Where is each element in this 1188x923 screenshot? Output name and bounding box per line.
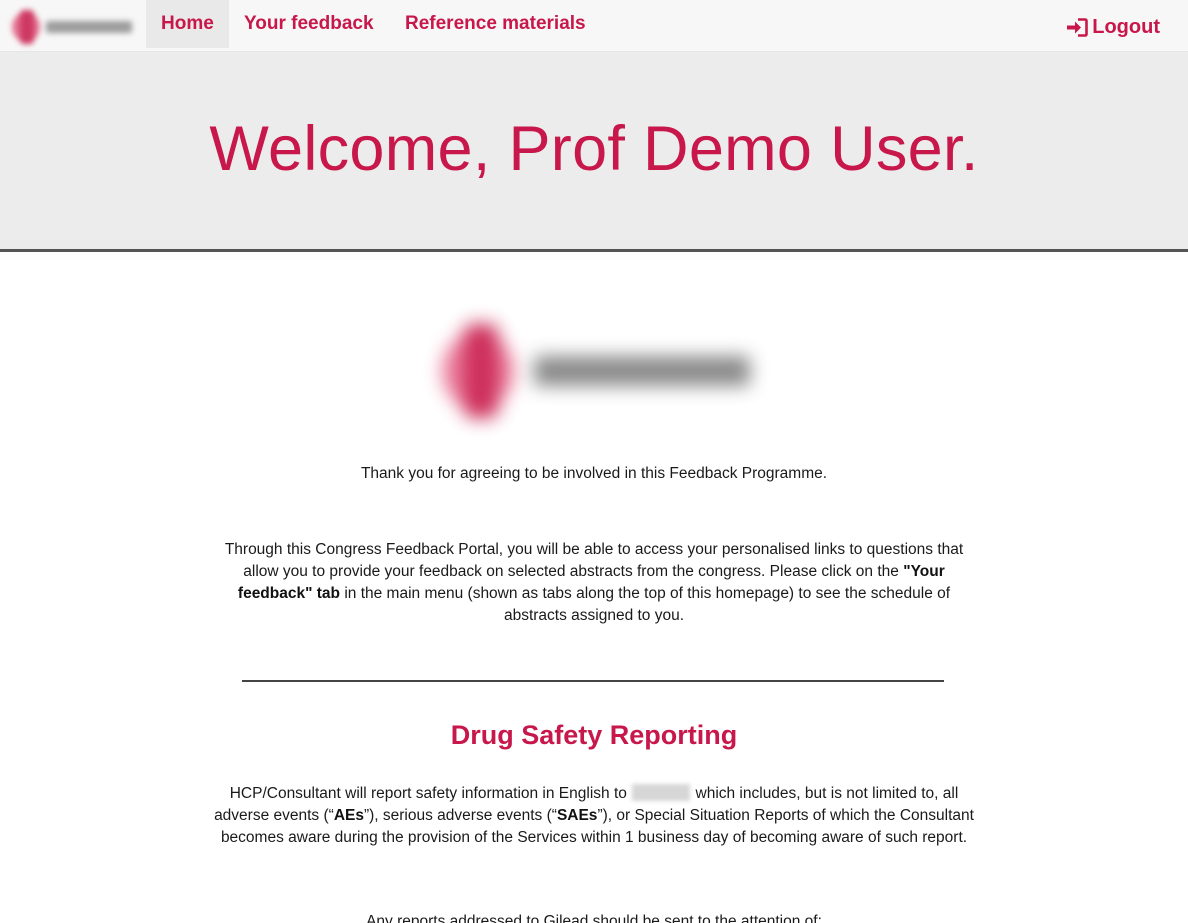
gilead-contact-line: Any reports addressed to Gilead should b… <box>366 913 822 923</box>
welcome-banner: Welcome, Prof Demo User. <box>0 52 1188 252</box>
safety-part1: HCP/Consultant will report safety inform… <box>229 785 627 802</box>
programme-logo <box>428 318 760 428</box>
tab-home[interactable]: Home <box>146 0 229 48</box>
safety-part3: ”), serious adverse events (“ <box>363 807 557 824</box>
portal-intro-part1: Through this Congress Feedback Portal, y… <box>224 541 964 580</box>
logout-button[interactable]: Logout <box>1067 14 1160 40</box>
drug-safety-text: HCP/Consultant will report safety inform… <box>208 783 980 849</box>
tab-your-feedback[interactable]: Your feedback <box>229 0 389 48</box>
welcome-heading: Welcome, Prof Demo User. <box>209 114 979 184</box>
saes-abbrev: SAEs <box>556 807 598 824</box>
aes-abbrev: AEs <box>333 807 364 824</box>
portal-intro-part2: in the main menu (shown as tabs along th… <box>340 585 951 624</box>
drug-safety-heading: Drug Safety Reporting <box>450 720 738 750</box>
redacted-contact <box>632 784 691 801</box>
sign-in-arrow-icon <box>1067 17 1089 37</box>
thanks-text: Thank you for agreeing to be involved in… <box>360 465 828 482</box>
company-logo[interactable] <box>6 8 138 46</box>
top-navbar: Home Your feedback Reference materials L… <box>0 0 1188 52</box>
portal-intro-text: Through this Congress Feedback Portal, y… <box>208 539 980 627</box>
logout-label: Logout <box>1092 15 1160 38</box>
tab-reference-materials[interactable]: Reference materials <box>390 0 601 48</box>
section-divider <box>242 680 944 682</box>
